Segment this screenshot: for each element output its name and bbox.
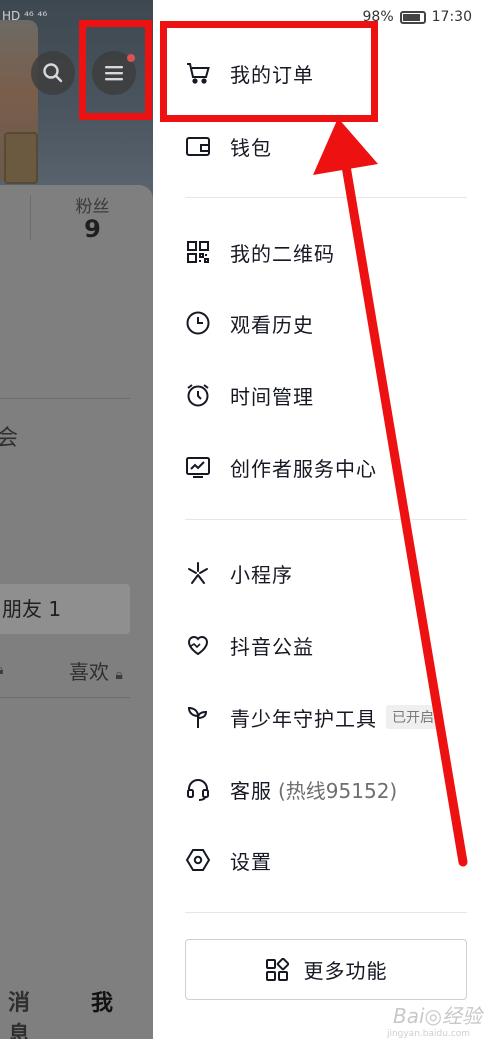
heart-icon (185, 632, 211, 658)
more-features-label: 更多功能 (303, 959, 388, 983)
likes-tab-label: 喜欢 (69, 660, 109, 684)
menu-item-label: 时间管理 (230, 384, 314, 409)
menu-item-time[interactable]: 时间管理 (185, 370, 314, 420)
divider (0, 398, 130, 399)
battery-percent: 98% (362, 9, 394, 25)
divider (0, 697, 130, 698)
menu-item-label: 青少年守护工具 (230, 706, 377, 731)
alarm-icon (185, 382, 211, 408)
menu-item-label: 抖音公益 (230, 634, 314, 659)
lock-icon: 🔒︎ (115, 667, 123, 683)
grid-icon (265, 957, 289, 981)
likes-tab[interactable]: 喜欢 🔒︎ (69, 656, 123, 685)
side-drawer: 我的订单 钱包 我的二维码 观看历史 时间管理 创作者服务中心 小程序 抖音公益… (153, 0, 500, 1039)
drawer-divider (185, 197, 467, 198)
menu-item-wallet[interactable]: 钱包 (185, 121, 272, 171)
clock-time: 17:30 (431, 9, 472, 25)
tab-me[interactable]: 我 (91, 985, 113, 1017)
menu-item-mini-programs[interactable]: 小程序 (185, 548, 293, 598)
menu-item-creator-center[interactable]: 创作者服务中心 (185, 442, 377, 492)
tab-messages-label: 消息 (7, 991, 30, 1039)
highlight-box-orders (160, 21, 378, 122)
lock-icon: 🔒︎ (0, 662, 3, 678)
status-bar: HD ⁴⁶ ⁴⁶ 98% 17:30 (0, 0, 500, 36)
sprout-icon (185, 704, 211, 730)
more-features-button[interactable]: 更多功能 (185, 939, 467, 1000)
menu-item-charity[interactable]: 抖音公益 (185, 620, 314, 670)
cover-luggage (4, 132, 38, 184)
fans-count[interactable]: 9 (55, 215, 130, 243)
headset-icon (185, 776, 211, 802)
chart-icon (185, 454, 211, 480)
menu-item-qrcode[interactable]: 我的二维码 (185, 227, 335, 277)
menu-item-settings[interactable]: 设置 (185, 835, 272, 885)
fans-label: 粉丝 (75, 197, 110, 217)
settings-icon (185, 847, 211, 873)
menu-item-label: 创作者服务中心 (230, 456, 377, 481)
menu-item-label: 观看历史 (230, 312, 314, 337)
signal-indicators: HD ⁴⁶ ⁴⁶ (2, 9, 48, 23)
watermark-logo: Bai◎经验 (393, 1004, 482, 1028)
hotline-text: (热线95152) (278, 778, 398, 803)
stats-separator (30, 195, 31, 240)
search-button[interactable] (31, 51, 75, 95)
friends-button[interactable]: 朋友 1 (0, 584, 130, 634)
status-right: 98% 17:30 (363, 9, 472, 25)
menu-item-label: 钱包 (230, 135, 272, 160)
sparkle-icon (185, 560, 211, 586)
profile-background: 粉丝 9 会 朋友 1 🔒︎ 喜欢 🔒︎ 消息 我 (0, 0, 153, 1039)
tab-messages[interactable]: 消息 (0, 985, 30, 1039)
drawer-divider (185, 519, 467, 520)
partial-text: 会 (0, 426, 19, 451)
menu-item-label: 客服 (230, 778, 272, 803)
menu-item-label: 小程序 (230, 562, 293, 587)
battery-icon (399, 10, 426, 24)
status-badge: 已开启 (386, 705, 440, 729)
clock-icon (185, 310, 211, 336)
menu-item-label: 我的二维码 (230, 241, 335, 266)
menu-item-customer-service[interactable]: 客服 (热线95152) (185, 764, 397, 814)
menu-item-label: 设置 (230, 849, 272, 874)
menu-item-youth-protection[interactable]: 青少年守护工具 已开启 (185, 692, 440, 742)
wallet-icon (185, 133, 211, 159)
qrcode-icon (185, 239, 211, 265)
drawer-divider (185, 912, 467, 913)
menu-item-history[interactable]: 观看历史 (185, 298, 314, 348)
search-icon (43, 63, 63, 83)
watermark-url: jingyan.baidu.com (386, 1029, 470, 1039)
